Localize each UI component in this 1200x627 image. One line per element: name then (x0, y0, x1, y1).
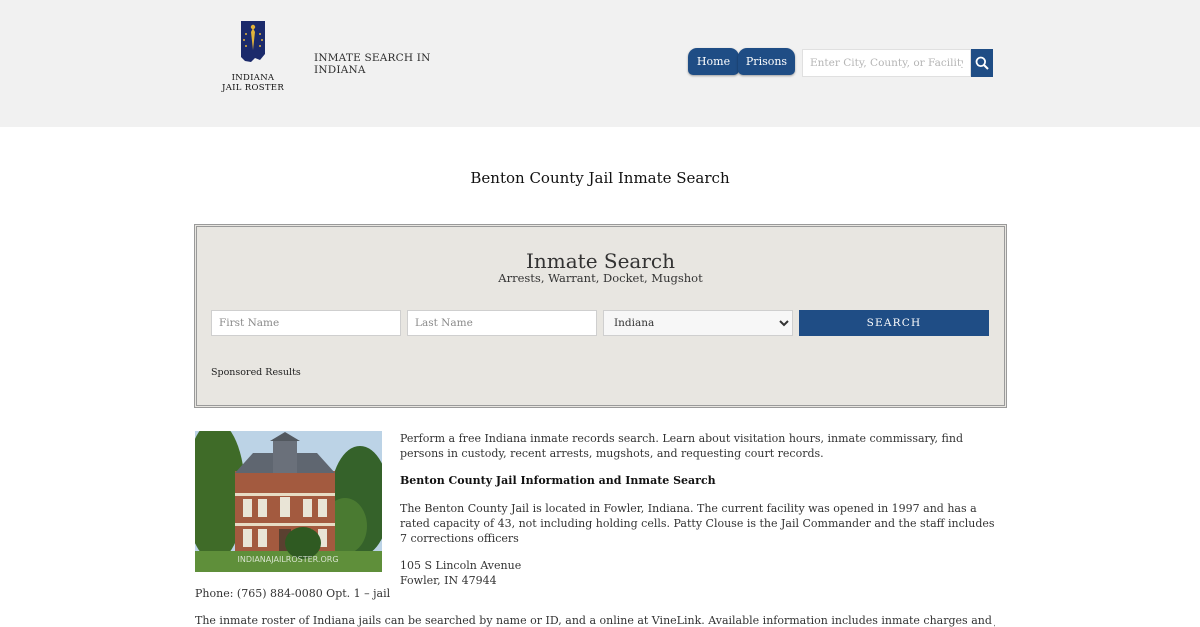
indiana-flag-icon (241, 21, 265, 62)
first-name-input[interactable] (211, 310, 401, 336)
last-name-input[interactable] (407, 310, 597, 336)
facility-search-input[interactable] (802, 49, 971, 77)
courthouse-photo: INDIANAJAILROSTER.ORG (195, 431, 382, 572)
search-button[interactable]: SEARCH (799, 310, 989, 336)
facility-search-button[interactable] (971, 49, 993, 77)
state-select[interactable]: Indiana (603, 310, 793, 336)
address-line1: 105 S Lincoln Avenue (400, 559, 522, 572)
address-line2: Fowler, IN 47944 (400, 574, 497, 587)
intro-paragraph: Perform a free Indiana inmate records se… (400, 432, 963, 460)
section-heading: Benton County Jail Information and Inmat… (400, 474, 716, 487)
search-icon (975, 56, 989, 70)
nav-prisons-button[interactable]: Prisons (738, 48, 795, 75)
jail-phone: Phone: (765) 884-0080 Opt. 1 – jail (195, 587, 391, 600)
logo-text-line2: JAIL ROSTER (222, 82, 285, 93)
jail-description: The Benton County Jail is located in Fow… (400, 502, 995, 545)
sponsored-results-label: Sponsored Results (211, 367, 301, 378)
site-logo[interactable]: INDIANA JAIL ROSTER (222, 20, 284, 96)
panel-title: Inmate Search (525, 249, 675, 273)
inmate-search-panel: Inmate Search Arrests, Warrant, Docket, … (194, 224, 1007, 408)
panel-subtitle: Arrests, Warrant, Docket, Mugshot (498, 271, 703, 285)
page-title: Benton County Jail Inmate Search (470, 169, 730, 187)
main-content: Perform a free Indiana inmate records se… (400, 431, 1000, 600)
nav-home-button[interactable]: Home (688, 48, 739, 75)
jail-address: 105 S Lincoln Avenue Fowler, IN 47944 (400, 558, 1000, 588)
photo-watermark: INDIANAJAILROSTER.ORG (237, 555, 338, 564)
site-header: INDIANA JAIL ROSTER INMATE SEARCH IN IND… (0, 0, 1200, 127)
roster-paragraph: The inmate roster of Indiana jails can b… (195, 614, 995, 627)
site-title[interactable]: INMATE SEARCH IN INDIANA (314, 52, 434, 76)
